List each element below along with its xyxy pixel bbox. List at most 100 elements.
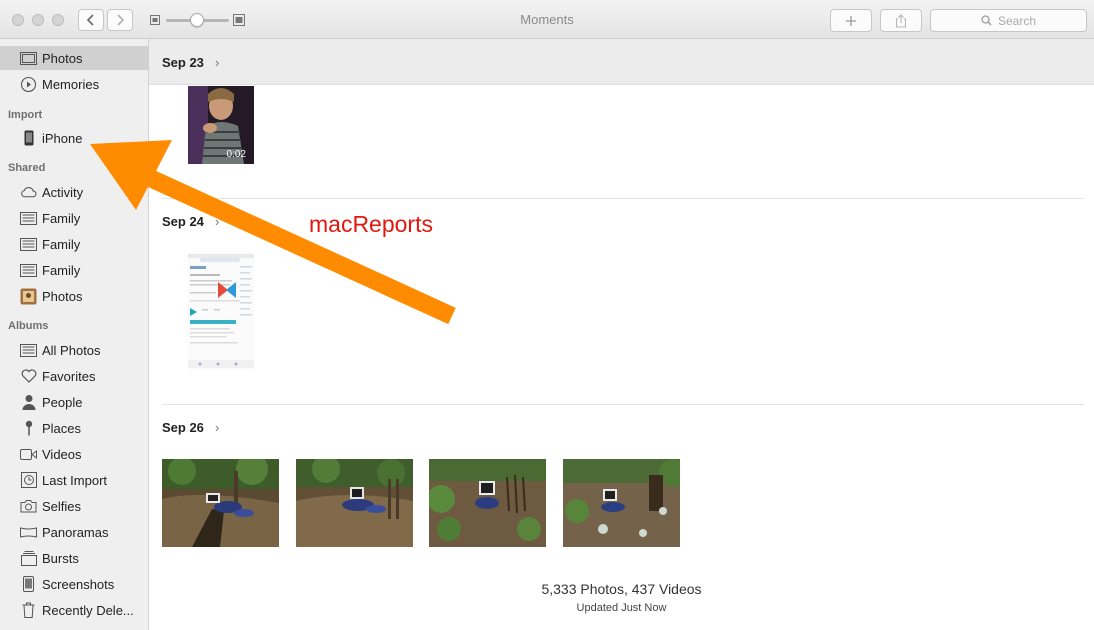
moment-header[interactable]: Sep 24 › [149, 199, 1094, 245]
shared-photo-album-icon [20, 288, 37, 305]
sidebar-item-label: Photos [42, 50, 83, 66]
sidebar-item-label: Favorites [42, 368, 96, 384]
share-button[interactable] [880, 9, 922, 32]
sidebar-item-label: iPhone [42, 130, 83, 146]
zoom-slider-knob[interactable] [190, 13, 204, 27]
moment-date: Sep 23 [162, 55, 204, 70]
toolbar: Moments Search [0, 0, 1094, 39]
sidebar-item-label: Photos [42, 288, 83, 304]
watermark-text: macReports [309, 211, 433, 237]
backyard-photo-image [162, 459, 279, 547]
sidebar-item-label: Memories [42, 76, 100, 92]
sidebar-item-label: Places [42, 420, 82, 436]
shared-album-icon [20, 236, 37, 253]
sidebar-item-label: Selfies [42, 498, 82, 514]
backyard-photo-image [563, 459, 680, 547]
close-window-button[interactable] [12, 14, 24, 26]
sidebar-item-label: Bursts [42, 550, 79, 566]
sidebar-item-family-1[interactable]: Family [0, 206, 149, 230]
small-thumbnail-icon [150, 15, 160, 25]
photos-window: Moments Search Photos Memories Import iP… [0, 0, 1094, 630]
chevron-right-icon: › [215, 420, 220, 435]
photo-thumbnail[interactable] [429, 459, 546, 547]
memories-icon [20, 76, 37, 93]
chevron-right-icon: › [215, 55, 220, 70]
sidebar-item-all-photos[interactable]: All Photos [0, 338, 149, 362]
moment-header[interactable]: Sep 26 › [149, 405, 1094, 451]
screenshot-thumbnail-image [188, 252, 254, 370]
sidebar-item-last-import[interactable]: Last Import [0, 468, 149, 492]
sidebar-item-places[interactable]: Places [0, 416, 149, 440]
sidebar-item-iphone[interactable]: iPhone [0, 126, 149, 150]
plus-icon [846, 15, 856, 26]
sidebar-item-label: Family [42, 210, 81, 226]
backyard-photo-image [296, 459, 413, 547]
sidebar-item-label: Activity [42, 184, 84, 200]
sidebar-item-label: Family [42, 262, 81, 278]
sidebar-item-family-3[interactable]: Family [0, 258, 149, 282]
clock-icon [20, 472, 37, 489]
moment-header[interactable]: Sep 23 › [149, 39, 1094, 85]
back-button[interactable] [78, 9, 104, 31]
moment-date: Sep 24 [162, 214, 204, 229]
photo-thumbnail[interactable] [188, 252, 254, 370]
screenshot-icon [20, 576, 37, 593]
moment-date: Sep 26 [162, 420, 204, 435]
person-icon [20, 394, 37, 411]
add-button[interactable] [830, 9, 872, 32]
chevron-right-icon [117, 14, 125, 26]
cloud-icon [20, 184, 37, 201]
bursts-icon [20, 550, 37, 567]
search-icon [981, 15, 992, 26]
search-placeholder: Search [997, 13, 1037, 28]
camera-icon [20, 498, 37, 515]
sidebar-item-screenshots[interactable]: Screenshots [0, 572, 149, 596]
heart-icon [20, 368, 37, 385]
photo-thumbnail[interactable] [296, 459, 413, 547]
sidebar-item-videos[interactable]: Videos [0, 442, 149, 466]
panorama-icon [20, 524, 37, 541]
section-header-import: Import [8, 109, 43, 121]
sidebar-item-bursts[interactable]: Bursts [0, 546, 149, 570]
large-thumbnail-icon [233, 14, 245, 26]
photo-thumbnail[interactable]: 0:02 [188, 86, 254, 164]
sidebar-item-photos[interactable]: Photos [0, 46, 149, 70]
sidebar-item-activity[interactable]: Activity [0, 180, 149, 204]
video-camera-icon [20, 446, 37, 463]
sidebar-item-selfies[interactable]: Selfies [0, 494, 149, 518]
sidebar-item-memories[interactable]: Memories [0, 72, 149, 96]
zoom-window-button[interactable] [52, 14, 64, 26]
photo-thumbnail[interactable] [563, 459, 680, 547]
shared-album-icon [20, 210, 37, 227]
minimize-window-button[interactable] [32, 14, 44, 26]
photo-thumbnail[interactable] [162, 459, 279, 547]
section-header-shared: Shared [8, 162, 46, 174]
sidebar-item-panoramas[interactable]: Panoramas [0, 520, 149, 544]
forward-button[interactable] [107, 9, 133, 31]
video-duration: 0:02 [226, 149, 246, 160]
shared-album-icon [20, 262, 37, 279]
sidebar-item-people[interactable]: People [0, 390, 149, 414]
backyard-photo-image [429, 459, 546, 547]
sync-status: Updated Just Now [576, 602, 667, 614]
chevron-left-icon [86, 14, 94, 26]
sidebar-item-label: Last Import [42, 472, 108, 488]
chevron-right-icon: › [215, 214, 220, 229]
search-field[interactable]: Search [930, 9, 1087, 32]
sidebar: Photos Memories Import iPhone Shared Act… [0, 39, 149, 630]
sidebar-item-recently-deleted[interactable]: Recently Dele... [0, 598, 149, 622]
iphone-icon [20, 130, 37, 147]
sidebar-item-label: Family [42, 236, 81, 252]
pin-icon [20, 420, 37, 437]
moments-content: Sep 23 › 0:02 Sep 24 › Sep 26 › 5,333 Ph… [149, 39, 1094, 630]
trash-icon [20, 602, 37, 619]
photos-library-icon [20, 50, 37, 67]
sidebar-item-label: Panoramas [42, 524, 109, 540]
section-header-albums: Albums [8, 320, 49, 332]
sidebar-item-favorites[interactable]: Favorites [0, 364, 149, 388]
all-photos-icon [20, 342, 37, 359]
sidebar-item-label: Screenshots [42, 576, 115, 592]
library-count: 5,333 Photos, 437 Videos [541, 581, 702, 597]
sidebar-item-family-2[interactable]: Family [0, 232, 149, 256]
sidebar-item-shared-photos[interactable]: Photos [0, 284, 149, 308]
